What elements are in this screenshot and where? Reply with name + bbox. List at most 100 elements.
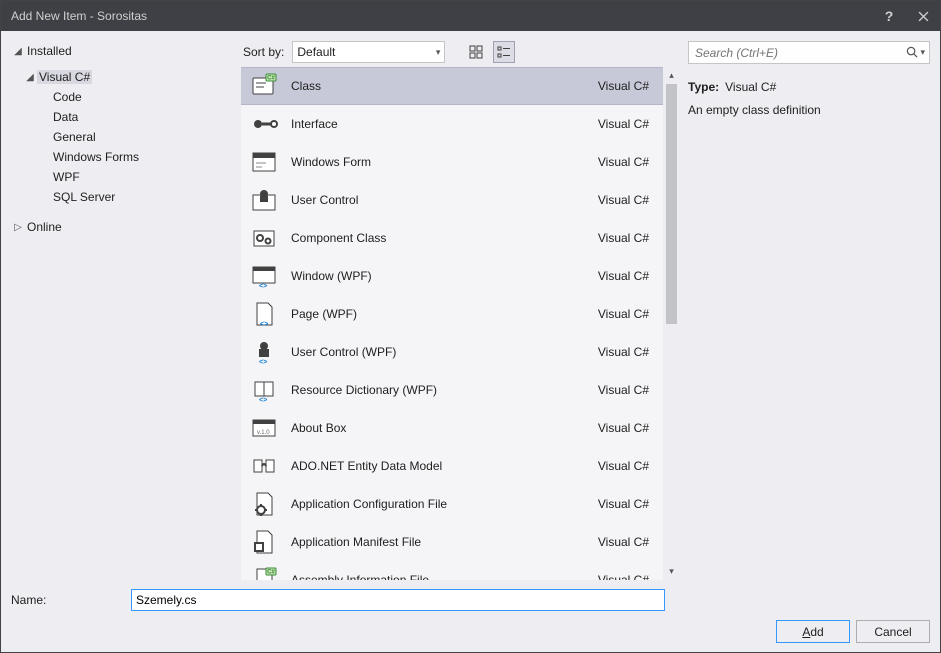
template-toolbar: Sort by: Default ▾ bbox=[241, 41, 680, 67]
uc-wpf-icon bbox=[249, 337, 279, 367]
template-item[interactable]: About BoxVisual C# bbox=[241, 409, 663, 447]
template-name: User Control bbox=[291, 193, 598, 207]
template-name: Window (WPF) bbox=[291, 269, 598, 283]
search-button[interactable]: ▾ bbox=[906, 46, 925, 59]
template-name: Class bbox=[291, 79, 598, 93]
component-icon bbox=[249, 223, 279, 253]
template-lang: Visual C# bbox=[598, 497, 655, 511]
asm-icon bbox=[249, 565, 279, 580]
template-name: Windows Form bbox=[291, 155, 598, 169]
template-item[interactable]: Application Configuration FileVisual C# bbox=[241, 485, 663, 523]
type-value: Visual C# bbox=[725, 78, 776, 97]
search-input[interactable] bbox=[693, 42, 906, 63]
template-item[interactable]: User Control (WPF)Visual C# bbox=[241, 333, 663, 371]
collapse-icon: ◢ bbox=[23, 72, 37, 83]
template-item[interactable]: Windows FormVisual C# bbox=[241, 143, 663, 181]
template-lang: Visual C# bbox=[598, 345, 655, 359]
scroll-down-button[interactable]: ▾ bbox=[663, 563, 680, 580]
chevron-down-icon: ▾ bbox=[920, 47, 925, 58]
winform-icon bbox=[249, 147, 279, 177]
template-item[interactable]: ClassVisual C# bbox=[241, 67, 663, 105]
template-lang: Visual C# bbox=[598, 421, 655, 435]
template-name: ADO.NET Entity Data Model bbox=[291, 459, 598, 473]
sort-dropdown[interactable]: Default ▾ bbox=[292, 41, 445, 63]
template-name: About Box bbox=[291, 421, 598, 435]
template-lang: Visual C# bbox=[598, 383, 655, 397]
template-lang: Visual C# bbox=[598, 193, 655, 207]
list-icon bbox=[497, 45, 511, 59]
template-item[interactable]: ADO.NET Entity Data ModelVisual C# bbox=[241, 447, 663, 485]
chevron-down-icon: ▾ bbox=[436, 47, 441, 58]
template-description: Type: Visual C# An empty class definitio… bbox=[688, 78, 930, 120]
name-label: Name: bbox=[11, 593, 131, 607]
sort-value: Default bbox=[297, 45, 335, 59]
collapse-icon: ◢ bbox=[11, 46, 25, 57]
template-name: User Control (WPF) bbox=[291, 345, 598, 359]
template-lang: Visual C# bbox=[598, 155, 655, 169]
template-lang: Visual C# bbox=[598, 231, 655, 245]
details-pane: ▾ Type: Visual C# An empty class definit… bbox=[680, 41, 930, 580]
tree-cat-winforms[interactable]: Windows Forms bbox=[11, 147, 237, 167]
manifest-icon bbox=[249, 527, 279, 557]
search-box[interactable]: ▾ bbox=[688, 41, 930, 64]
usercontrol-icon bbox=[249, 185, 279, 215]
tree-cat-code[interactable]: Code bbox=[11, 87, 237, 107]
template-item[interactable]: Resource Dictionary (WPF)Visual C# bbox=[241, 371, 663, 409]
tree-installed[interactable]: ◢ Installed bbox=[11, 41, 237, 61]
template-lang: Visual C# bbox=[598, 117, 655, 131]
expand-icon: ▷ bbox=[11, 222, 25, 233]
template-item[interactable]: Application Manifest FileVisual C# bbox=[241, 523, 663, 561]
template-list[interactable]: ClassVisual C#InterfaceVisual C#Windows … bbox=[241, 67, 663, 580]
template-item[interactable]: Component ClassVisual C# bbox=[241, 219, 663, 257]
template-lang: Visual C# bbox=[598, 269, 655, 283]
template-name: Assembly Information File bbox=[291, 573, 598, 580]
close-icon bbox=[918, 11, 929, 22]
add-button[interactable]: Add bbox=[776, 620, 850, 643]
scrollbar[interactable]: ▴ ▾ bbox=[663, 67, 680, 580]
template-lang: Visual C# bbox=[598, 535, 655, 549]
template-lang: Visual C# bbox=[598, 79, 655, 93]
template-item[interactable]: User ControlVisual C# bbox=[241, 181, 663, 219]
tree-lang-csharp[interactable]: ◢ Visual C# bbox=[11, 67, 237, 87]
description-text: An empty class definition bbox=[688, 101, 930, 120]
dialog-window: Add New Item - Sorositas ? ◢ Installed ◢… bbox=[0, 0, 941, 653]
page-wpf-icon bbox=[249, 299, 279, 329]
about-icon bbox=[249, 413, 279, 443]
template-lang: Visual C# bbox=[598, 459, 655, 473]
type-label: Type: bbox=[688, 78, 719, 97]
appconfig-icon bbox=[249, 489, 279, 519]
template-item[interactable]: Assembly Information FileVisual C# bbox=[241, 561, 663, 580]
template-item[interactable]: Window (WPF)Visual C# bbox=[241, 257, 663, 295]
close-button[interactable] bbox=[906, 1, 940, 31]
window-wpf-icon bbox=[249, 261, 279, 291]
name-input[interactable] bbox=[131, 589, 665, 611]
scroll-up-button[interactable]: ▴ bbox=[663, 67, 680, 84]
template-name: Application Configuration File bbox=[291, 497, 598, 511]
template-item[interactable]: InterfaceVisual C# bbox=[241, 105, 663, 143]
interface-icon bbox=[249, 109, 279, 139]
template-item[interactable]: Page (WPF)Visual C# bbox=[241, 295, 663, 333]
template-name: Interface bbox=[291, 117, 598, 131]
view-tiles-button[interactable] bbox=[465, 41, 487, 63]
tiles-icon bbox=[469, 45, 483, 59]
name-row: Name: bbox=[11, 588, 930, 612]
category-tree: ◢ Installed ◢ Visual C# Code Data Genera… bbox=[11, 41, 241, 580]
tree-online[interactable]: ▷ Online bbox=[11, 217, 237, 237]
scroll-thumb[interactable] bbox=[666, 84, 677, 324]
tree-cat-sqlserver[interactable]: SQL Server bbox=[11, 187, 237, 207]
window-title: Add New Item - Sorositas bbox=[11, 9, 872, 23]
cancel-button[interactable]: Cancel bbox=[856, 620, 930, 643]
tree-cat-wpf[interactable]: WPF bbox=[11, 167, 237, 187]
dialog-buttons: Add Cancel bbox=[11, 620, 930, 644]
view-list-button[interactable] bbox=[493, 41, 515, 63]
class-icon bbox=[249, 71, 279, 101]
template-name: Page (WPF) bbox=[291, 307, 598, 321]
sort-label: Sort by: bbox=[243, 45, 284, 59]
tree-cat-general[interactable]: General bbox=[11, 127, 237, 147]
title-bar: Add New Item - Sorositas ? bbox=[1, 1, 940, 31]
template-lang: Visual C# bbox=[598, 573, 655, 580]
help-button[interactable]: ? bbox=[872, 1, 906, 31]
tree-cat-data[interactable]: Data bbox=[11, 107, 237, 127]
template-name: Application Manifest File bbox=[291, 535, 598, 549]
template-name: Resource Dictionary (WPF) bbox=[291, 383, 598, 397]
